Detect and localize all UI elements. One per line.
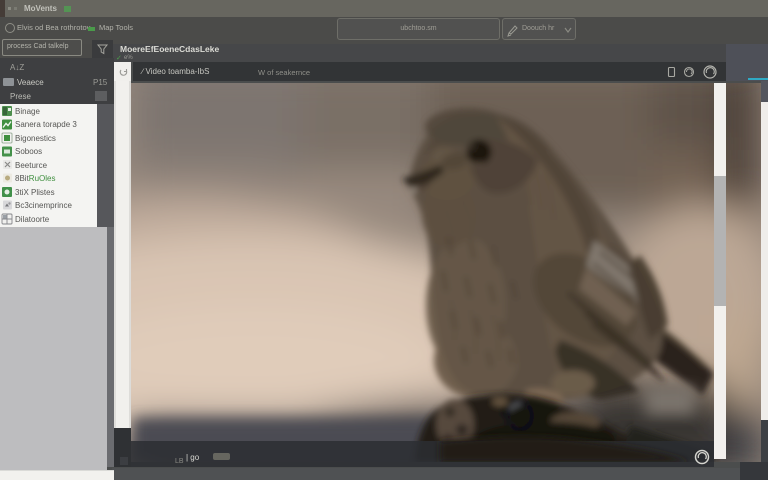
svg-text:LB: LB	[175, 458, 184, 465]
svg-text:| go: | go	[186, 453, 200, 462]
